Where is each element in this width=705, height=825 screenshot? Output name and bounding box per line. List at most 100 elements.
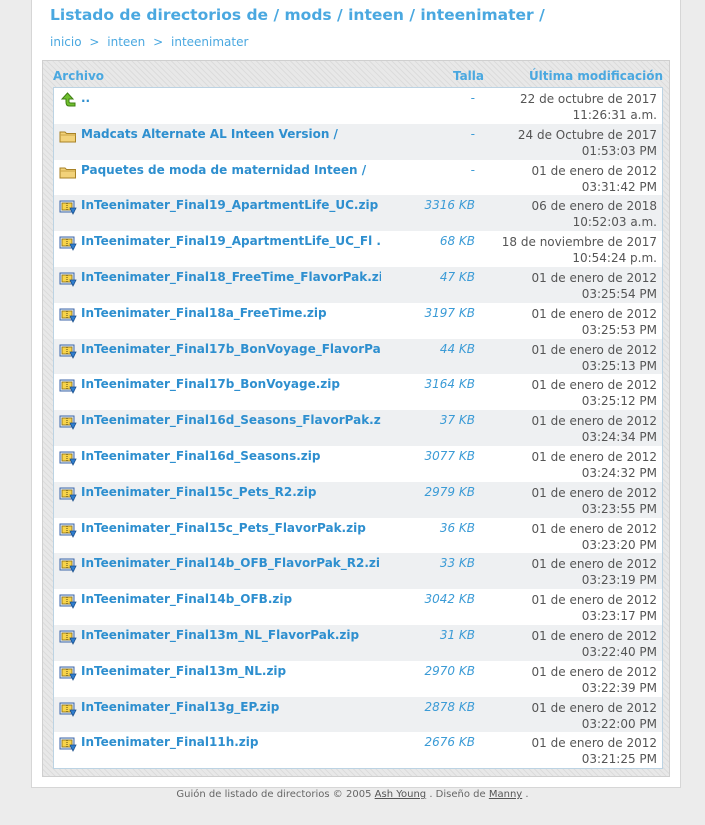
file-modified-date: 01 de enero de 2012 03:22:40 PM [531,628,657,659]
table-row[interactable]: InTeenimater_Final14b_OFB_FlavorPak_R2.z… [54,553,662,590]
zip-file-icon [59,629,77,645]
file-size: 3077 KB [424,448,475,463]
table-row[interactable]: InTeenimater_Final15c_Pets_FlavorPak.zip… [54,518,662,554]
footer-credit: Guión de listado de directorios © 2005 [176,789,372,800]
table-row[interactable]: InTeenimater_Final13m_NL_FlavorPak.zip 31… [54,624,662,661]
file-name-link[interactable]: InTeenimater_Final16d_Seasons_FlavorPak.… [81,413,381,427]
file-name-link[interactable]: InTeenimater_Final11h.zip [81,735,381,749]
table-row[interactable]: InTeenimater_Final14b_OFB.zip 3042 KB 01 d… [54,589,662,625]
table-header: Archivo Talla Última modificación [53,69,663,87]
file-modified-date: 01 de enero de 2012 03:22:39 PM [531,664,657,695]
table-row[interactable]: InTeenimater_Final17b_BonVoyage_FlavorPa… [54,338,662,375]
file-size: 3164 KB [424,377,475,392]
table-row[interactable]: Madcats Alternate AL Inteen Version / - 24… [54,123,662,160]
breadcrumb-item-inteen[interactable]: inteen [107,35,145,49]
table-row[interactable]: InTeenimater_Final11h.zip 2676 KB 01 de en… [54,732,662,768]
file-size: - [470,91,475,105]
table-row[interactable]: InTeenimater_Final13g_EP.zip 2878 KB 01 de… [54,696,662,733]
zip-file-icon [59,199,77,216]
file-modified-date: 24 de Octubre de 2017 01:53:03 PM [517,127,657,158]
file-modified-date: 22 de octubre de 2017 11:26:31 a.m. [520,92,657,122]
zip-file-icon [59,736,77,753]
zip-file-icon [59,593,77,610]
file-name-link[interactable]: InTeenimater_Final17b_BonVoyage.zip [81,377,381,391]
table-row[interactable]: InTeenimater_Final19_ApartmentLife_UC.zi… [54,195,662,232]
breadcrumb-item-inteenimater[interactable]: inteenimater [171,35,248,49]
author-link[interactable]: Ash Young [375,789,427,800]
breadcrumb: inicio > inteen > inteenimater [50,35,248,49]
column-header-date[interactable]: Última modificación [529,69,663,83]
file-name-link[interactable]: InTeenimater_Final15c_Pets_FlavorPak.zip [81,521,381,535]
file-size: 36 KB [439,520,475,535]
table-row[interactable]: InTeenimater_Final18a_FreeTime.zip 3197 K… [54,303,662,339]
breadcrumb-separator: > [89,35,100,49]
file-name-link[interactable]: InTeenimater_Final19_ApartmentLife_UC_Fl… [81,234,381,248]
file-name-link[interactable]: Madcats Alternate AL Inteen Version / [81,127,381,141]
file-table-body: .. -22 de octubre de 2017 11:26:31 a.m. Ma… [53,87,663,770]
file-modified-date: 01 de enero de 2012 03:23:19 PM [531,557,657,588]
column-header-size[interactable]: Talla [438,69,484,83]
file-size: 3042 KB [424,592,475,607]
designer-link[interactable]: Manny [489,789,522,800]
zip-file-icon [59,522,77,538]
file-modified-date: 01 de enero de 2012 03:25:13 PM [531,342,657,373]
table-row[interactable]: InTeenimater_Final17b_BonVoyage.zip 3164 … [54,374,662,410]
file-size: 3197 KB [424,305,475,320]
folder-icon [59,128,77,144]
file-name-link[interactable]: InTeenimater_Final13g_EP.zip [81,700,381,714]
column-header-name[interactable]: Archivo [53,69,104,83]
file-name-link[interactable]: Paquetes de moda de maternidad Inteen / [81,163,381,177]
table-row[interactable]: InTeenimater_Final19_ApartmentLife_UC_Fl… [54,231,662,267]
file-size: 2979 KB [424,484,475,499]
zip-file-icon [59,307,77,323]
file-modified-date: 01 de enero de 2012 03:25:12 PM [531,378,657,409]
file-name-link[interactable]: InTeenimater_Final13m_NL_FlavorPak.zip [81,628,381,642]
file-size: 33 KB [439,556,475,571]
file-modified-date: 01 de enero de 2012 03:23:17 PM [531,593,657,624]
file-size: - [470,126,475,141]
table-row[interactable]: Paquetes de moda de maternidad Inteen / -… [54,160,662,196]
file-modified-date: 01 de enero de 2012 03:23:20 PM [531,521,657,552]
file-name-link[interactable]: InTeenimater_Final18a_FreeTime.zip [81,306,381,320]
file-name-link[interactable]: InTeenimater_Final14b_OFB_FlavorPak_R2.z… [81,556,381,570]
file-size: - [470,162,475,177]
file-name-link[interactable]: InTeenimater_Final17b_BonVoyage_FlavorPa… [81,342,381,356]
file-name-link[interactable]: InTeenimater_Final18_FreeTime_FlavorPak.… [81,270,381,284]
breadcrumb-item-inicio[interactable]: inicio [50,35,82,49]
zip-file-icon [59,343,77,359]
file-modified-date: 01 de enero de 2012 03:24:34 PM [531,414,657,445]
file-name-link[interactable]: InTeenimater_Final14b_OFB.zip [81,592,381,606]
page-title: Listado de directorios de / mods / intee… [50,6,545,24]
file-size: 68 KB [439,234,475,249]
file-name-link[interactable]: .. [81,91,381,105]
file-size: 37 KB [439,413,475,428]
file-modified-date: 01 de enero de 2012 03:24:32 PM [531,449,657,480]
table-row[interactable]: InTeenimater_Final18_FreeTime_FlavorPak.… [54,266,662,303]
listing-panel: Listado de directorios de / mods / intee… [31,0,681,788]
table-row[interactable]: InTeenimater_Final16d_Seasons_FlavorPak.… [54,410,662,446]
file-modified-date: 01 de enero de 2012 03:31:42 PM [531,163,657,194]
file-modified-date: 01 de enero de 2012 03:25:54 PM [531,270,657,301]
file-modified-date: 06 de enero de 2018 10:52:03 a.m. [531,199,657,230]
zip-file-icon [59,378,77,395]
file-size: 2676 KB [424,735,475,750]
breadcrumb-separator: > [153,35,164,49]
footer-design-label: . Diseño de [429,789,486,800]
file-size: 3316 KB [424,198,475,213]
parent-directory-icon [59,92,77,108]
table-row[interactable]: InTeenimater_Final13m_NL.zip 2970 KB 01 de… [54,661,662,697]
table-row[interactable]: InTeenimater_Final15c_Pets_R2.zip 2979 KB… [54,481,662,518]
file-name-link[interactable]: InTeenimater_Final13m_NL.zip [81,664,381,678]
file-name-link[interactable]: InTeenimater_Final16d_Seasons.zip [81,449,381,463]
file-size: 47 KB [439,269,475,284]
table-row[interactable]: InTeenimater_Final16d_Seasons.zip 3077 KB… [54,446,662,482]
file-name-link[interactable]: InTeenimater_Final15c_Pets_R2.zip [81,485,381,499]
file-name-link[interactable]: InTeenimater_Final19_ApartmentLife_UC.zi… [81,198,381,212]
table-row[interactable]: .. - 22 de octubre de 2017 11:26:31 a.m. [54,88,662,124]
footer: Guión de listado de directorios © 2005 A… [0,789,705,800]
file-modified-date: 01 de enero de 2012 03:22:00 PM [531,700,657,731]
file-size: 2878 KB [424,699,475,714]
zip-file-icon [59,414,77,431]
footer-suffix: . [525,789,529,800]
folder-icon [59,164,77,180]
